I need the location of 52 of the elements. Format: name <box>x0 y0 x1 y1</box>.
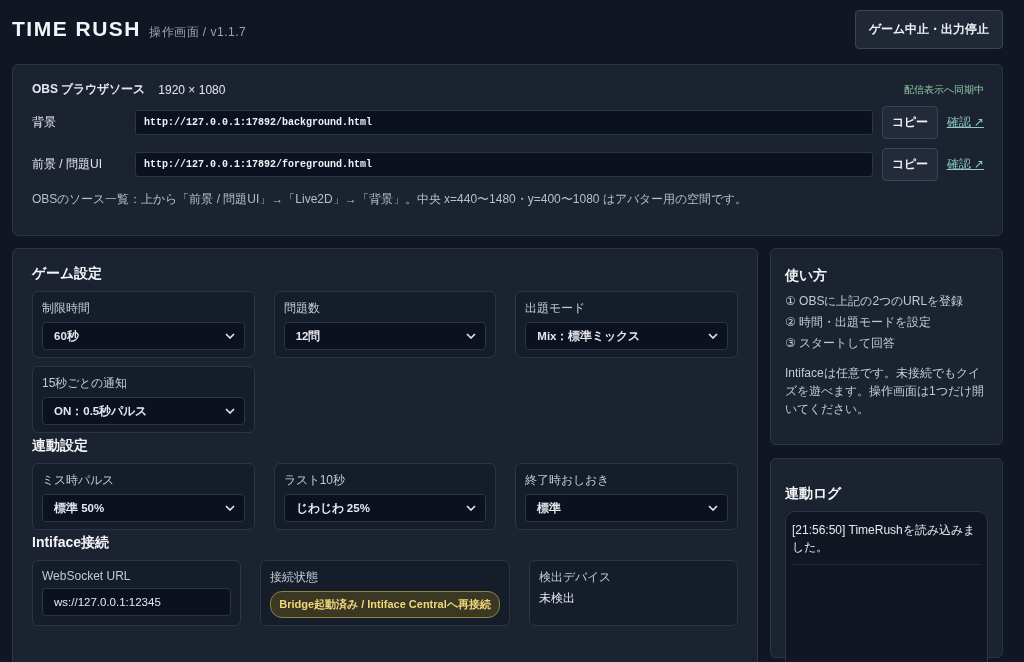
field-label: 検出デバイス <box>538 569 612 586</box>
chevron-down-icon <box>224 505 235 511</box>
select-field[interactable]: Mix：標準ミックス <box>525 322 728 350</box>
section-title: Intiface接続 <box>32 534 110 552</box>
field-label: 接続状態 <box>270 569 320 586</box>
section-title: 使い方 <box>785 267 828 285</box>
app-title: TIME RUSH <box>12 17 141 41</box>
source-label: 前景 / 問題UI <box>32 156 103 173</box>
chevron-down-icon <box>466 505 477 511</box>
url-input[interactable]: ws://127.0.0.1:12345 <box>42 588 232 616</box>
stop-button[interactable]: ゲーム中止・出力停止 <box>855 9 1003 49</box>
section-title: 連動設定 <box>32 437 89 455</box>
field-label: 15秒ごとの通知 <box>42 375 129 392</box>
url-field[interactable]: http://127.0.0.1:17892/background.html <box>135 110 873 135</box>
field-label: 終了時おしおき <box>525 472 611 489</box>
field-label: ミス時パルス <box>42 472 115 489</box>
usage-step: ② 時間・出題モードを設定 <box>785 314 988 331</box>
section-title: ゲーム設定 <box>32 265 103 283</box>
select-field[interactable]: 標準 50% <box>42 494 245 522</box>
usage-step: ① OBSに上記の2つのURLを登録 <box>785 293 988 310</box>
field-label: 問題数 <box>283 300 321 317</box>
device-status: 未検出 <box>538 591 576 606</box>
source-label: 背景 <box>32 114 57 131</box>
field-label: 出題モード <box>525 300 587 317</box>
chevron-down-icon <box>224 408 235 414</box>
chevron-down-icon <box>708 505 718 511</box>
connection-status: Bridge起動済み / Intiface Centralへ再接続 <box>270 591 500 618</box>
copy-button[interactable]: コピー <box>881 106 938 139</box>
url-field[interactable]: http://127.0.0.1:17892/foreground.html <box>135 152 873 177</box>
panel-title: OBS ブラウザソース <box>32 81 146 98</box>
field-label: 制限時間 <box>42 300 91 317</box>
select-field[interactable]: 60秒 <box>42 322 245 350</box>
field-label: WebSocket URL <box>42 569 132 583</box>
select-field[interactable]: ON：0.5秒パルス <box>42 397 245 425</box>
chevron-down-icon <box>224 333 235 339</box>
section-title: 連動ログ <box>785 485 843 503</box>
open-link[interactable]: 確認 ↗ <box>946 156 984 173</box>
sync-status: 配信表示へ同期中 <box>904 82 984 97</box>
usage-note: Intifaceは任意です。未接続でもクイズを遊べます。操作画面は1つだけ開いてください。 <box>785 365 985 418</box>
copy-button[interactable]: コピー <box>881 148 938 181</box>
usage-step: ③ スタートして回答 <box>785 335 988 352</box>
field-label: ラスト10秒 <box>283 472 346 489</box>
resolution-text: 1920 × 1080 <box>158 82 226 97</box>
chevron-down-icon <box>466 333 477 339</box>
select-field[interactable]: 12問 <box>283 322 487 350</box>
select-field[interactable]: 標準 <box>525 494 728 522</box>
obs-note: OBSのソース一覧：上から「前景 / 問題UI」→「Live2D」→「背景」。中央 x=440〜1480・y=400〜1080 はアバター用の空間です。 <box>32 191 748 208</box>
app-subtitle: 操作画面 / v1.1.7 <box>149 24 247 41</box>
select-field[interactable]: じわじわ 25% <box>283 494 487 522</box>
open-link[interactable]: 確認 ↗ <box>946 114 984 131</box>
log-entry: [21:56:50] TimeRushを読み込みました。 <box>792 522 981 565</box>
chevron-down-icon <box>708 333 718 339</box>
